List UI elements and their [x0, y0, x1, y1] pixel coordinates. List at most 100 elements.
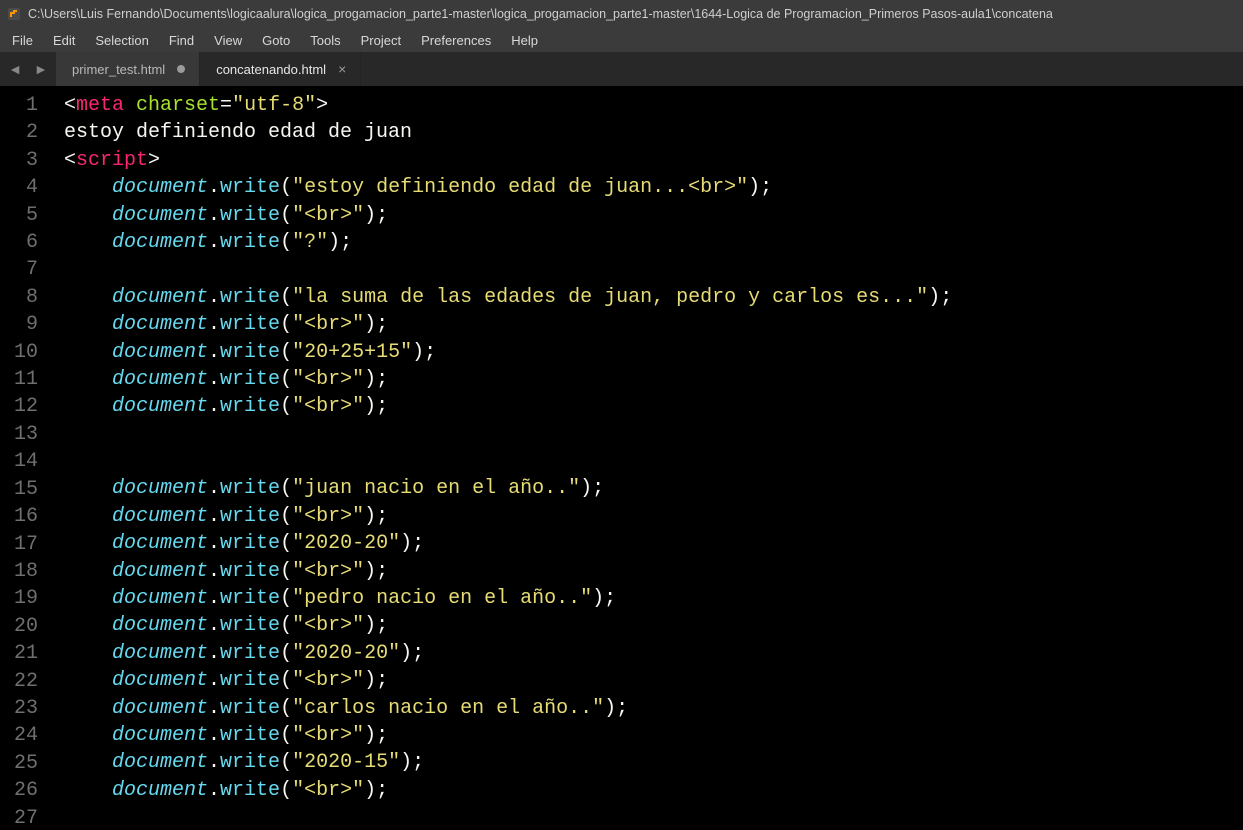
code-line[interactable]: document.write("<br>");: [64, 366, 1243, 393]
code-line[interactable]: document.write("?");: [64, 229, 1243, 256]
token: ): [364, 779, 376, 802]
code-line[interactable]: document.write("<br>");: [64, 311, 1243, 338]
close-icon[interactable]: ×: [338, 61, 346, 77]
nav-forward-icon[interactable]: ►: [30, 59, 52, 79]
menu-item-tools[interactable]: Tools: [300, 31, 350, 50]
token: (: [280, 368, 292, 391]
token: ;: [760, 176, 772, 199]
code-line[interactable]: document.write("2020-20");: [64, 530, 1243, 557]
token: ): [928, 286, 940, 309]
token: estoy definiendo edad de juan: [64, 121, 412, 144]
code-line[interactable]: <script>: [64, 147, 1243, 174]
line-number: 22: [0, 668, 56, 695]
code-line[interactable]: document.write("<br>");: [64, 612, 1243, 639]
menu-item-view[interactable]: View: [204, 31, 252, 50]
menu-item-file[interactable]: File: [2, 31, 43, 50]
token: (: [280, 477, 292, 500]
token: (: [280, 614, 292, 637]
token: write: [220, 286, 280, 309]
token: ;: [940, 286, 952, 309]
line-number: 12: [0, 393, 56, 420]
token: ): [604, 697, 616, 720]
menu-item-goto[interactable]: Goto: [252, 31, 300, 50]
code-line[interactable]: document.write("juan nacio en el año..")…: [64, 475, 1243, 502]
token: ;: [376, 368, 388, 391]
code-line[interactable]: document.write("2020-20");: [64, 640, 1243, 667]
code-line[interactable]: document.write("<br>");: [64, 558, 1243, 585]
code-line[interactable]: estoy definiendo edad de juan: [64, 119, 1243, 146]
token: (: [280, 176, 292, 199]
token: "2020-15": [292, 751, 400, 774]
token: write: [220, 532, 280, 555]
tab-primer_test-html[interactable]: primer_test.html: [56, 52, 200, 86]
token: <: [64, 149, 76, 172]
token: (: [280, 669, 292, 692]
line-number: 25: [0, 750, 56, 777]
code-line[interactable]: document.write("<br>");: [64, 777, 1243, 804]
token: >: [148, 149, 160, 172]
code-line[interactable]: document.write("<br>");: [64, 393, 1243, 420]
token: "20+25+15": [292, 341, 412, 364]
code-line[interactable]: document.write("2020-15");: [64, 749, 1243, 776]
line-number: 26: [0, 777, 56, 804]
token: .: [208, 286, 220, 309]
token: document: [112, 614, 208, 637]
token: "utf-8": [232, 94, 316, 117]
code-line[interactable]: document.write("la suma de las edades de…: [64, 284, 1243, 311]
code-line[interactable]: document.write("<br>");: [64, 667, 1243, 694]
code-line[interactable]: document.write("estoy definiendo edad de…: [64, 174, 1243, 201]
code-area[interactable]: <meta charset="utf-8">estoy definiendo e…: [56, 86, 1243, 830]
editor[interactable]: 1234567891011121314151617181920212223242…: [0, 86, 1243, 830]
token: (: [280, 341, 292, 364]
code-line[interactable]: <meta charset="utf-8">: [64, 92, 1243, 119]
token: "estoy definiendo edad de juan...<br>": [292, 176, 748, 199]
token: <: [64, 94, 76, 117]
menu-item-project[interactable]: Project: [351, 31, 411, 50]
token: document: [112, 751, 208, 774]
token: ): [364, 505, 376, 528]
menu-item-selection[interactable]: Selection: [85, 31, 158, 50]
title-bar: C:\Users\Luis Fernando\Documents\logicaa…: [0, 0, 1243, 28]
token: .: [208, 779, 220, 802]
code-line[interactable]: document.write("pedro nacio en el año.."…: [64, 585, 1243, 612]
token: "juan nacio en el año..": [292, 477, 580, 500]
tab-concatenando-html[interactable]: concatenando.html×: [200, 52, 361, 86]
line-number: 5: [0, 202, 56, 229]
line-number: 24: [0, 722, 56, 749]
token: write: [220, 779, 280, 802]
line-number: 4: [0, 174, 56, 201]
token: .: [208, 176, 220, 199]
token: ;: [424, 341, 436, 364]
menu-item-edit[interactable]: Edit: [43, 31, 85, 50]
code-line[interactable]: document.write("20+25+15");: [64, 339, 1243, 366]
menu-item-help[interactable]: Help: [501, 31, 548, 50]
code-line[interactable]: document.write("<br>");: [64, 722, 1243, 749]
token: (: [280, 313, 292, 336]
token: ): [364, 669, 376, 692]
token: .: [208, 231, 220, 254]
code-line[interactable]: document.write("<br>");: [64, 503, 1243, 530]
token: write: [220, 505, 280, 528]
token: write: [220, 231, 280, 254]
token: (: [280, 779, 292, 802]
code-line[interactable]: [64, 804, 1243, 830]
code-line[interactable]: [64, 421, 1243, 448]
code-line[interactable]: [64, 448, 1243, 475]
dirty-indicator-icon: [177, 65, 185, 73]
code-line[interactable]: document.write("<br>");: [64, 202, 1243, 229]
token: .: [208, 697, 220, 720]
code-line[interactable]: [64, 256, 1243, 283]
line-number: 10: [0, 339, 56, 366]
menu-item-find[interactable]: Find: [159, 31, 204, 50]
token: .: [208, 395, 220, 418]
token: ): [364, 313, 376, 336]
code-line[interactable]: document.write("carlos nacio en el año..…: [64, 695, 1243, 722]
menu-item-preferences[interactable]: Preferences: [411, 31, 501, 50]
token: "2020-20": [292, 532, 400, 555]
token: (: [280, 286, 292, 309]
token: ;: [340, 231, 352, 254]
nav-back-icon[interactable]: ◄: [4, 59, 26, 79]
token: ;: [376, 505, 388, 528]
token: ;: [376, 313, 388, 336]
token: .: [208, 669, 220, 692]
